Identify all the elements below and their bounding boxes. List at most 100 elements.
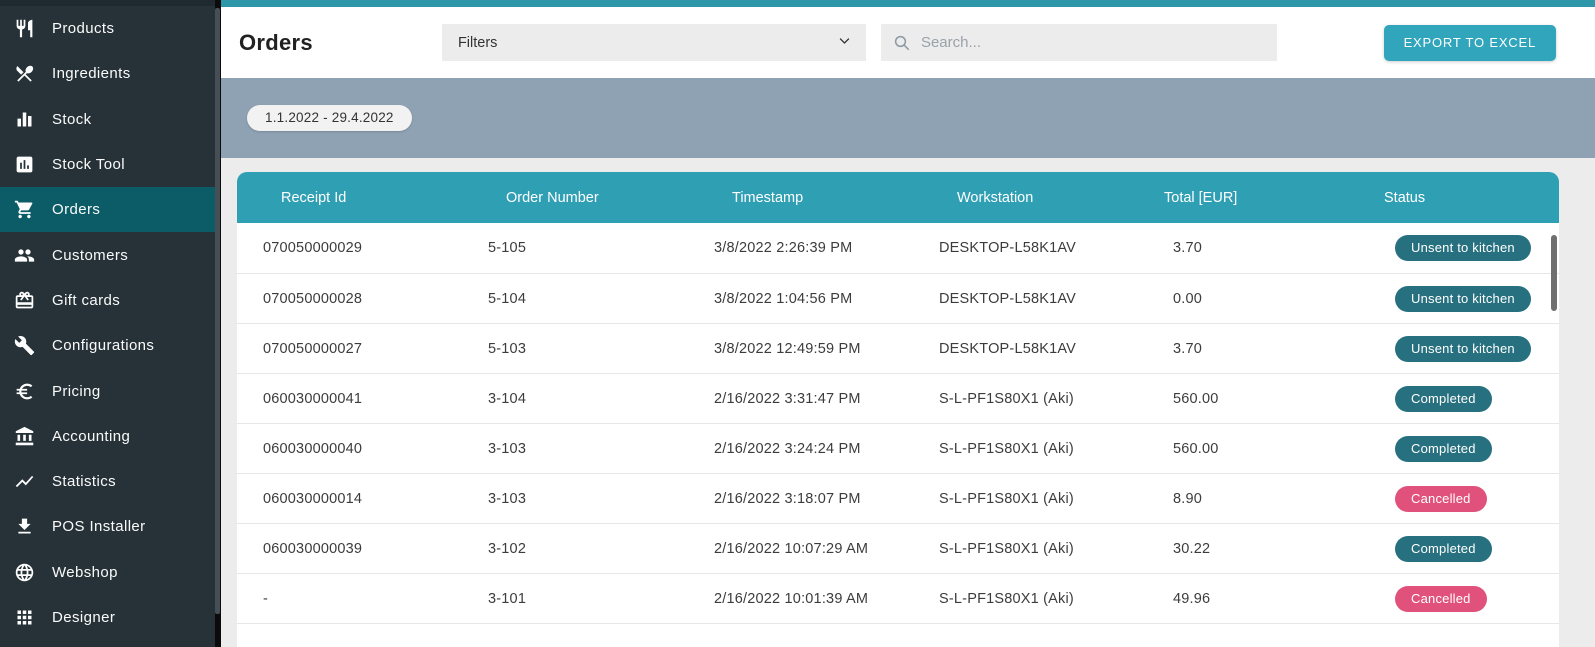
order-number-cell: 3-103 <box>462 441 688 457</box>
total-cell: 8.90 <box>1147 491 1365 507</box>
sidebar-item-statistics[interactable]: Statistics <box>0 459 221 504</box>
sidebar-item-pos-installer[interactable]: POS Installer <box>0 504 221 549</box>
timestamp-cell: 3/8/2022 1:04:56 PM <box>688 291 913 307</box>
table-row-partial <box>237 623 1559 647</box>
order-number-cell: 5-103 <box>462 341 688 357</box>
sidebar-item-customers[interactable]: Customers <box>0 232 221 277</box>
receipt-id-cell: 060030000014 <box>237 491 462 507</box>
sidebar-item-label: Products <box>52 20 114 37</box>
status-badge: Unsent to kitchen <box>1395 336 1531 362</box>
sidebar-item-label: Accounting <box>52 428 130 445</box>
workstation-cell: S-L-PF1S80X1 (Aki) <box>913 491 1147 507</box>
search-input[interactable] <box>921 34 1265 51</box>
status-badge: Unsent to kitchen <box>1395 235 1531 261</box>
sidebar-item-orders[interactable]: Orders <box>0 187 221 232</box>
orders-table: Receipt Id Order Number Timestamp Workst… <box>237 172 1559 647</box>
assessment-icon <box>13 154 35 176</box>
order-number-cell: 3-101 <box>462 591 688 607</box>
gift-card-icon <box>13 289 35 311</box>
sidebar-item-configurations[interactable]: Configurations <box>0 323 221 368</box>
timestamp-cell: 2/16/2022 10:07:29 AM <box>688 541 913 557</box>
table-header-row: Receipt Id Order Number Timestamp Workst… <box>237 172 1559 223</box>
sidebar-item-label: Pricing <box>52 383 101 400</box>
total-cell: 560.00 <box>1147 441 1365 457</box>
sidebar-item-webshop[interactable]: Webshop <box>0 550 221 595</box>
content-area: Receipt Id Order Number Timestamp Workst… <box>221 158 1595 647</box>
status-badge: Cancelled <box>1395 486 1487 512</box>
filter-chips-bar: 1.1.2022 - 29.4.2022 <box>221 78 1595 158</box>
search-box[interactable] <box>881 24 1277 61</box>
workstation-cell: DESKTOP-L58K1AV <box>913 240 1147 256</box>
table-row[interactable]: 060030000041 3-104 2/16/2022 3:31:47 PM … <box>237 373 1559 423</box>
table-row[interactable]: 070050000029 5-105 3/8/2022 2:26:39 PM D… <box>237 223 1559 273</box>
sidebar-item-pricing[interactable]: Pricing <box>0 368 221 413</box>
order-number-cell: 5-104 <box>462 291 688 307</box>
page-header: Orders Filters EXPORT TO EXCEL <box>221 7 1595 78</box>
sidebar-item-gift-cards[interactable]: Gift cards <box>0 278 221 323</box>
sidebar-item-stock-tool[interactable]: Stock Tool <box>0 142 221 187</box>
top-accent-strip <box>221 0 1595 7</box>
workstation-cell: DESKTOP-L58K1AV <box>913 291 1147 307</box>
sidebar-scrollbar-thumb[interactable] <box>215 8 220 614</box>
trend-line-icon <box>13 471 35 493</box>
chevron-down-icon <box>837 33 852 53</box>
people-icon <box>13 244 35 266</box>
download-icon <box>13 516 35 538</box>
bank-icon <box>13 425 35 447</box>
sidebar-item-label: Webshop <box>52 564 118 581</box>
sidebar-item-designer[interactable]: Designer <box>0 595 221 640</box>
table-row[interactable]: 070050000027 5-103 3/8/2022 12:49:59 PM … <box>237 323 1559 373</box>
receipt-id-cell: 070050000029 <box>237 240 462 256</box>
bar-chart-icon <box>13 108 35 130</box>
column-header-status[interactable]: Status <box>1365 190 1559 206</box>
timestamp-cell: 3/8/2022 2:26:39 PM <box>688 240 913 256</box>
total-cell: 30.22 <box>1147 541 1365 557</box>
sidebar-item-accounting[interactable]: Accounting <box>0 414 221 459</box>
page-title: Orders <box>239 30 313 56</box>
timestamp-cell: 2/16/2022 10:01:39 AM <box>688 591 913 607</box>
wrench-icon <box>13 335 35 357</box>
order-number-cell: 3-104 <box>462 391 688 407</box>
sidebar-item-label: Statistics <box>52 473 116 490</box>
date-range-chip[interactable]: 1.1.2022 - 29.4.2022 <box>247 105 412 131</box>
status-badge: Cancelled <box>1395 586 1487 612</box>
workstation-cell: S-L-PF1S80X1 (Aki) <box>913 391 1147 407</box>
timestamp-cell: 2/16/2022 3:24:24 PM <box>688 441 913 457</box>
sidebar-item-ingredients[interactable]: Ingredients <box>0 51 221 96</box>
shopping-cart-icon <box>13 199 35 221</box>
workstation-cell: S-L-PF1S80X1 (Aki) <box>913 541 1147 557</box>
sidebar-item-label: Ingredients <box>52 65 131 82</box>
receipt-id-cell: 070050000027 <box>237 341 462 357</box>
workstation-cell: S-L-PF1S80X1 (Aki) <box>913 591 1147 607</box>
status-badge: Completed <box>1395 436 1492 462</box>
sidebar-item-products[interactable]: Products <box>0 6 221 51</box>
sidebar-item-label: Customers <box>52 247 128 264</box>
export-to-excel-button[interactable]: EXPORT TO EXCEL <box>1384 25 1556 61</box>
table-row[interactable]: - 3-101 2/16/2022 10:01:39 AM S-L-PF1S80… <box>237 573 1559 623</box>
sidebar-item-label: Stock <box>52 111 92 128</box>
sidebar-item-stock[interactable]: Stock <box>0 97 221 142</box>
total-cell: 3.70 <box>1147 341 1365 357</box>
timestamp-cell: 3/8/2022 12:49:59 PM <box>688 341 913 357</box>
filters-label: Filters <box>458 35 837 51</box>
status-badge: Completed <box>1395 536 1492 562</box>
restaurant-icon <box>13 18 35 40</box>
receipt-id-cell: 060030000039 <box>237 541 462 557</box>
column-header-timestamp[interactable]: Timestamp <box>688 190 913 206</box>
table-scrollbar-thumb[interactable] <box>1551 235 1557 311</box>
crossed-utensils-icon <box>13 63 35 85</box>
timestamp-cell: 2/16/2022 3:18:07 PM <box>688 491 913 507</box>
column-header-receipt-id[interactable]: Receipt Id <box>237 190 462 206</box>
table-row[interactable]: 070050000028 5-104 3/8/2022 1:04:56 PM D… <box>237 273 1559 323</box>
order-number-cell: 3-103 <box>462 491 688 507</box>
table-row[interactable]: 060030000040 3-103 2/16/2022 3:24:24 PM … <box>237 423 1559 473</box>
column-header-order-number[interactable]: Order Number <box>462 190 688 206</box>
sidebar-item-label: Configurations <box>52 337 154 354</box>
euro-icon <box>13 380 35 402</box>
column-header-workstation[interactable]: Workstation <box>913 190 1147 206</box>
filters-dropdown[interactable]: Filters <box>442 24 866 61</box>
column-header-total[interactable]: Total [EUR] <box>1147 190 1365 206</box>
table-row[interactable]: 060030000014 3-103 2/16/2022 3:18:07 PM … <box>237 473 1559 523</box>
workstation-cell: S-L-PF1S80X1 (Aki) <box>913 441 1147 457</box>
table-row[interactable]: 060030000039 3-102 2/16/2022 10:07:29 AM… <box>237 523 1559 573</box>
